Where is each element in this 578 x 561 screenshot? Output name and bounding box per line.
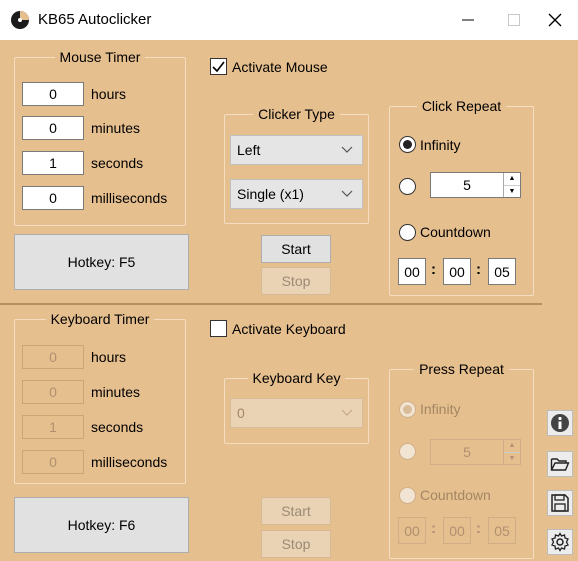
keyboard-hours-input[interactable]: 0 — [22, 345, 84, 369]
mouse-milliseconds-input[interactable]: 0 — [22, 186, 84, 210]
keyboard-hotkey-button[interactable]: Hotkey: F6 — [14, 497, 189, 553]
keyboard-milliseconds-input[interactable]: 0 — [22, 450, 84, 474]
press-infinity-radio[interactable] — [399, 401, 416, 418]
click-count-select-value: Single (x1) — [237, 186, 304, 202]
keyboard-seconds-label: seconds — [91, 419, 144, 435]
click-infinity-label[interactable]: Infinity — [420, 137, 460, 153]
press-repeat-value: 5 — [463, 444, 471, 460]
click-countdown-hours[interactable]: 00 — [398, 258, 426, 285]
time-separator: : — [431, 520, 436, 537]
keyboard-key-select-value: 0 — [237, 405, 245, 421]
press-countdown-label[interactable]: Countdown — [420, 487, 491, 503]
close-button[interactable] — [532, 0, 578, 40]
click-count-radio[interactable] — [399, 178, 416, 195]
chevron-down-icon — [341, 146, 353, 153]
mouse-hours-label: hours — [91, 86, 127, 102]
click-countdown-radio[interactable] — [399, 224, 416, 241]
mouse-timer-title: Mouse Timer — [59, 49, 141, 65]
keyboard-stop-button[interactable]: Stop — [261, 530, 331, 558]
mouse-milliseconds-label: milliseconds — [91, 190, 168, 206]
press-countdown-hours[interactable]: 00 — [398, 517, 426, 544]
maximize-icon — [508, 14, 520, 26]
press-countdown-seconds[interactable]: 05 — [488, 517, 516, 544]
keyboard-start-button[interactable]: Start — [261, 497, 331, 525]
click-count-select[interactable]: Single (x1) — [230, 179, 363, 209]
close-icon — [548, 13, 562, 27]
click-repeat-title: Click Repeat — [421, 98, 502, 114]
settings-button[interactable] — [547, 529, 573, 555]
stepper-arrows[interactable]: ▲ ▼ — [503, 173, 520, 197]
minimize-button[interactable] — [445, 0, 491, 40]
folder-open-icon — [550, 458, 570, 471]
time-separator: : — [476, 520, 481, 537]
keyboard-key-title: Keyboard Key — [252, 370, 341, 386]
save-button[interactable] — [547, 490, 573, 516]
click-countdown-label[interactable]: Countdown — [420, 224, 491, 240]
time-separator: : — [476, 261, 481, 278]
stepper-down-icon[interactable]: ▼ — [504, 186, 520, 198]
click-repeat-stepper[interactable]: 5 ▲ ▼ — [430, 172, 521, 198]
activate-mouse-label[interactable]: Activate Mouse — [232, 59, 328, 75]
chevron-down-icon — [341, 190, 353, 197]
click-repeat-value: 5 — [463, 177, 471, 193]
maximize-button[interactable] — [491, 0, 537, 40]
side-toolbar — [542, 40, 578, 561]
info-button[interactable] — [547, 410, 573, 436]
press-infinity-label[interactable]: Infinity — [420, 401, 460, 417]
settings-gear-icon — [551, 532, 569, 552]
window-title: KB65 Autoclicker — [38, 11, 152, 28]
keyboard-timer-title: Keyboard Timer — [50, 311, 150, 327]
mouse-hours-input[interactable]: 0 — [22, 82, 84, 106]
click-infinity-radio[interactable] — [399, 136, 416, 153]
time-separator: : — [431, 261, 436, 278]
press-repeat-stepper[interactable]: 5 ▲ ▼ — [430, 439, 521, 465]
stepper-up-icon[interactable]: ▲ — [504, 173, 520, 186]
keyboard-seconds-input[interactable]: 1 — [22, 415, 84, 439]
keyboard-minutes-input[interactable]: 0 — [22, 380, 84, 404]
press-repeat-title: Press Repeat — [419, 361, 504, 377]
mouse-start-button[interactable]: Start — [261, 235, 331, 263]
press-countdown-minutes[interactable]: 00 — [443, 517, 471, 544]
mouse-button-select-value: Left — [237, 142, 261, 158]
keyboard-minutes-label: minutes — [91, 384, 141, 400]
open-file-button[interactable] — [547, 451, 573, 477]
stepper-down-icon[interactable]: ▼ — [504, 453, 520, 465]
minimize-icon — [462, 19, 474, 21]
mouse-stop-button[interactable]: Stop — [261, 267, 331, 295]
chevron-down-icon — [341, 409, 353, 416]
click-countdown-seconds[interactable]: 05 — [488, 258, 516, 285]
mouse-hotkey-button[interactable]: Hotkey: F5 — [14, 234, 189, 290]
section-divider — [0, 303, 542, 305]
keyboard-hours-label: hours — [91, 349, 127, 365]
stepper-up-icon[interactable]: ▲ — [504, 440, 520, 453]
activate-keyboard-checkbox[interactable] — [210, 320, 227, 337]
mouse-minutes-label: minutes — [91, 120, 141, 136]
press-count-radio[interactable] — [399, 443, 416, 460]
checkmark-icon — [212, 61, 225, 73]
keyboard-milliseconds-label: milliseconds — [91, 454, 168, 470]
save-icon — [551, 494, 569, 512]
activate-keyboard-label[interactable]: Activate Keyboard — [232, 321, 346, 337]
clicker-type-title: Clicker Type — [258, 106, 335, 122]
app-logo-icon — [11, 11, 29, 29]
activate-mouse-checkbox[interactable] — [210, 58, 227, 75]
info-icon — [551, 414, 569, 432]
press-countdown-radio[interactable] — [399, 487, 416, 504]
stepper-arrows[interactable]: ▲ ▼ — [503, 440, 520, 464]
click-countdown-minutes[interactable]: 00 — [443, 258, 471, 285]
mouse-seconds-label: seconds — [91, 155, 144, 171]
mouse-button-select[interactable]: Left — [230, 135, 363, 165]
mouse-seconds-input[interactable]: 1 — [22, 151, 84, 175]
mouse-minutes-input[interactable]: 0 — [22, 116, 84, 140]
keyboard-key-select[interactable]: 0 — [230, 398, 363, 428]
